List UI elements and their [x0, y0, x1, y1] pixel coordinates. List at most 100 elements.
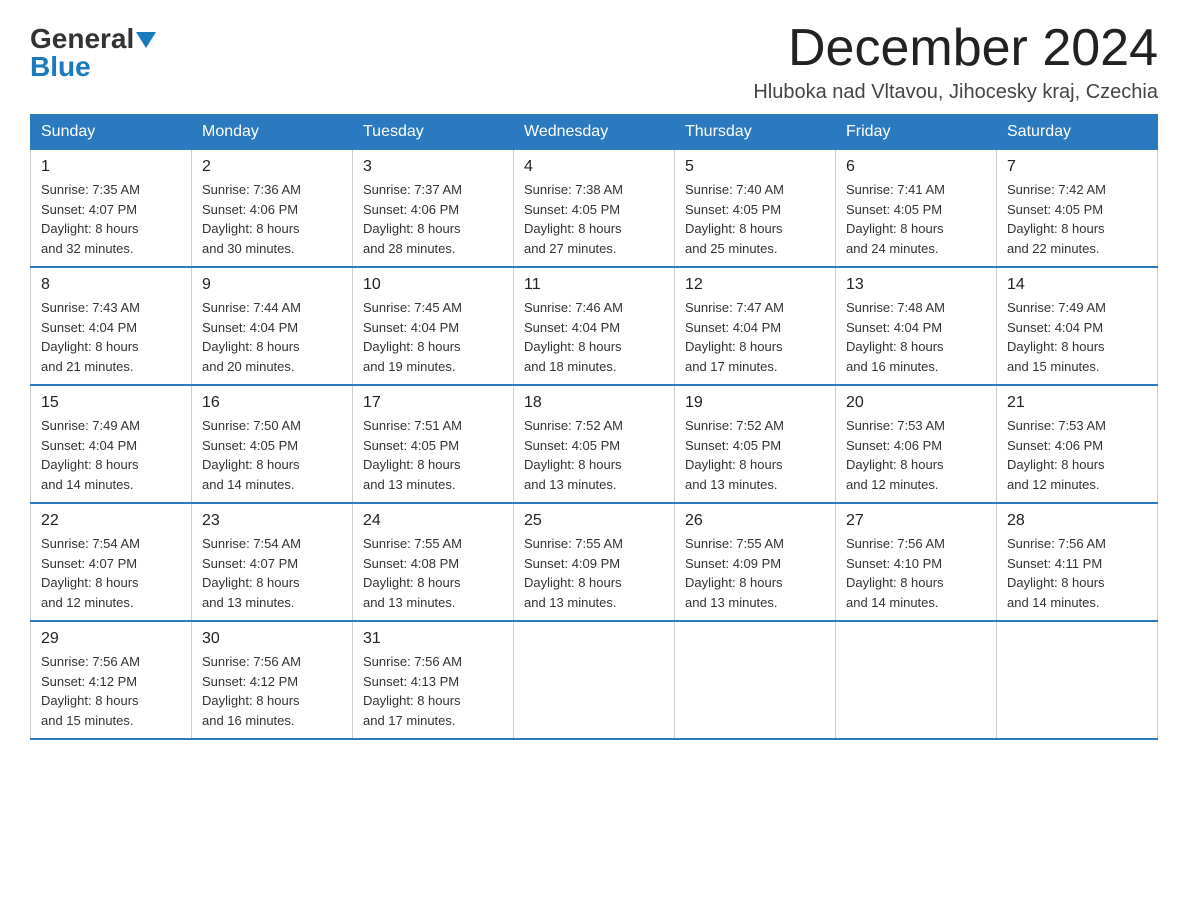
- header-wednesday: Wednesday: [514, 115, 675, 150]
- day-number: 6: [846, 158, 986, 176]
- calendar-cell: 28 Sunrise: 7:56 AMSunset: 4:11 PMDaylig…: [997, 503, 1158, 621]
- day-number: 2: [202, 158, 342, 176]
- calendar-cell: 21 Sunrise: 7:53 AMSunset: 4:06 PMDaylig…: [997, 385, 1158, 503]
- calendar-cell: 10 Sunrise: 7:45 AMSunset: 4:04 PMDaylig…: [353, 267, 514, 385]
- calendar-cell: 2 Sunrise: 7:36 AMSunset: 4:06 PMDayligh…: [192, 150, 353, 268]
- day-number: 11: [524, 276, 664, 294]
- calendar-cell: 1 Sunrise: 7:35 AMSunset: 4:07 PMDayligh…: [31, 150, 192, 268]
- day-number: 21: [1007, 394, 1147, 412]
- day-number: 18: [524, 394, 664, 412]
- title-section: December 2024 Hluboka nad Vltavou, Jihoc…: [753, 20, 1158, 104]
- logo-blue-text: Blue: [30, 51, 91, 82]
- day-info: Sunrise: 7:53 AMSunset: 4:06 PMDaylight:…: [846, 418, 945, 492]
- day-number: 25: [524, 512, 664, 530]
- day-info: Sunrise: 7:45 AMSunset: 4:04 PMDaylight:…: [363, 300, 462, 374]
- day-info: Sunrise: 7:52 AMSunset: 4:05 PMDaylight:…: [524, 418, 623, 492]
- day-info: Sunrise: 7:54 AMSunset: 4:07 PMDaylight:…: [41, 536, 140, 610]
- month-title: December 2024: [753, 20, 1158, 77]
- day-number: 9: [202, 276, 342, 294]
- day-info: Sunrise: 7:55 AMSunset: 4:08 PMDaylight:…: [363, 536, 462, 610]
- calendar-cell: 26 Sunrise: 7:55 AMSunset: 4:09 PMDaylig…: [675, 503, 836, 621]
- day-number: 13: [846, 276, 986, 294]
- day-info: Sunrise: 7:56 AMSunset: 4:12 PMDaylight:…: [202, 654, 301, 728]
- day-info: Sunrise: 7:55 AMSunset: 4:09 PMDaylight:…: [524, 536, 623, 610]
- day-info: Sunrise: 7:54 AMSunset: 4:07 PMDaylight:…: [202, 536, 301, 610]
- calendar-cell: 25 Sunrise: 7:55 AMSunset: 4:09 PMDaylig…: [514, 503, 675, 621]
- calendar-week-4: 22 Sunrise: 7:54 AMSunset: 4:07 PMDaylig…: [31, 503, 1158, 621]
- header-monday: Monday: [192, 115, 353, 150]
- calendar-cell: [514, 621, 675, 739]
- logo-blue-line: Blue: [30, 53, 91, 81]
- calendar-cell: 15 Sunrise: 7:49 AMSunset: 4:04 PMDaylig…: [31, 385, 192, 503]
- day-info: Sunrise: 7:53 AMSunset: 4:06 PMDaylight:…: [1007, 418, 1106, 492]
- day-info: Sunrise: 7:36 AMSunset: 4:06 PMDaylight:…: [202, 182, 301, 256]
- day-info: Sunrise: 7:56 AMSunset: 4:13 PMDaylight:…: [363, 654, 462, 728]
- header-row: Sunday Monday Tuesday Wednesday Thursday…: [31, 115, 1158, 150]
- calendar-cell: 7 Sunrise: 7:42 AMSunset: 4:05 PMDayligh…: [997, 150, 1158, 268]
- day-number: 5: [685, 158, 825, 176]
- day-info: Sunrise: 7:35 AMSunset: 4:07 PMDaylight:…: [41, 182, 140, 256]
- calendar-cell: 4 Sunrise: 7:38 AMSunset: 4:05 PMDayligh…: [514, 150, 675, 268]
- calendar-cell: 14 Sunrise: 7:49 AMSunset: 4:04 PMDaylig…: [997, 267, 1158, 385]
- day-info: Sunrise: 7:52 AMSunset: 4:05 PMDaylight:…: [685, 418, 784, 492]
- day-number: 22: [41, 512, 181, 530]
- day-info: Sunrise: 7:56 AMSunset: 4:12 PMDaylight:…: [41, 654, 140, 728]
- day-info: Sunrise: 7:46 AMSunset: 4:04 PMDaylight:…: [524, 300, 623, 374]
- calendar-week-2: 8 Sunrise: 7:43 AMSunset: 4:04 PMDayligh…: [31, 267, 1158, 385]
- day-info: Sunrise: 7:42 AMSunset: 4:05 PMDaylight:…: [1007, 182, 1106, 256]
- day-info: Sunrise: 7:44 AMSunset: 4:04 PMDaylight:…: [202, 300, 301, 374]
- calendar-cell: 18 Sunrise: 7:52 AMSunset: 4:05 PMDaylig…: [514, 385, 675, 503]
- calendar-cell: 22 Sunrise: 7:54 AMSunset: 4:07 PMDaylig…: [31, 503, 192, 621]
- calendar-cell: 5 Sunrise: 7:40 AMSunset: 4:05 PMDayligh…: [675, 150, 836, 268]
- calendar-cell: 23 Sunrise: 7:54 AMSunset: 4:07 PMDaylig…: [192, 503, 353, 621]
- calendar-table: Sunday Monday Tuesday Wednesday Thursday…: [30, 114, 1158, 740]
- day-number: 4: [524, 158, 664, 176]
- day-number: 30: [202, 630, 342, 648]
- day-info: Sunrise: 7:55 AMSunset: 4:09 PMDaylight:…: [685, 536, 784, 610]
- calendar-header: Sunday Monday Tuesday Wednesday Thursday…: [31, 115, 1158, 150]
- header-thursday: Thursday: [675, 115, 836, 150]
- day-number: 31: [363, 630, 503, 648]
- day-number: 28: [1007, 512, 1147, 530]
- day-info: Sunrise: 7:40 AMSunset: 4:05 PMDaylight:…: [685, 182, 784, 256]
- day-info: Sunrise: 7:41 AMSunset: 4:05 PMDaylight:…: [846, 182, 945, 256]
- day-info: Sunrise: 7:43 AMSunset: 4:04 PMDaylight:…: [41, 300, 140, 374]
- calendar-cell: 20 Sunrise: 7:53 AMSunset: 4:06 PMDaylig…: [836, 385, 997, 503]
- day-number: 3: [363, 158, 503, 176]
- calendar-cell: 27 Sunrise: 7:56 AMSunset: 4:10 PMDaylig…: [836, 503, 997, 621]
- calendar-week-1: 1 Sunrise: 7:35 AMSunset: 4:07 PMDayligh…: [31, 150, 1158, 268]
- day-info: Sunrise: 7:49 AMSunset: 4:04 PMDaylight:…: [1007, 300, 1106, 374]
- day-number: 24: [363, 512, 503, 530]
- day-number: 7: [1007, 158, 1147, 176]
- day-number: 16: [202, 394, 342, 412]
- calendar-cell: 31 Sunrise: 7:56 AMSunset: 4:13 PMDaylig…: [353, 621, 514, 739]
- day-number: 17: [363, 394, 503, 412]
- calendar-cell: 30 Sunrise: 7:56 AMSunset: 4:12 PMDaylig…: [192, 621, 353, 739]
- calendar-cell: 13 Sunrise: 7:48 AMSunset: 4:04 PMDaylig…: [836, 267, 997, 385]
- calendar-cell: 19 Sunrise: 7:52 AMSunset: 4:05 PMDaylig…: [675, 385, 836, 503]
- calendar-cell: 3 Sunrise: 7:37 AMSunset: 4:06 PMDayligh…: [353, 150, 514, 268]
- day-info: Sunrise: 7:56 AMSunset: 4:10 PMDaylight:…: [846, 536, 945, 610]
- day-number: 19: [685, 394, 825, 412]
- day-number: 12: [685, 276, 825, 294]
- calendar-cell: 24 Sunrise: 7:55 AMSunset: 4:08 PMDaylig…: [353, 503, 514, 621]
- calendar-cell: 12 Sunrise: 7:47 AMSunset: 4:04 PMDaylig…: [675, 267, 836, 385]
- calendar-cell: 29 Sunrise: 7:56 AMSunset: 4:12 PMDaylig…: [31, 621, 192, 739]
- day-number: 14: [1007, 276, 1147, 294]
- day-number: 29: [41, 630, 181, 648]
- header-tuesday: Tuesday: [353, 115, 514, 150]
- day-info: Sunrise: 7:50 AMSunset: 4:05 PMDaylight:…: [202, 418, 301, 492]
- day-number: 23: [202, 512, 342, 530]
- day-number: 20: [846, 394, 986, 412]
- calendar-cell: 16 Sunrise: 7:50 AMSunset: 4:05 PMDaylig…: [192, 385, 353, 503]
- calendar-cell: 6 Sunrise: 7:41 AMSunset: 4:05 PMDayligh…: [836, 150, 997, 268]
- day-info: Sunrise: 7:51 AMSunset: 4:05 PMDaylight:…: [363, 418, 462, 492]
- logo-triangle-icon: [136, 32, 156, 48]
- day-info: Sunrise: 7:38 AMSunset: 4:05 PMDaylight:…: [524, 182, 623, 256]
- day-number: 1: [41, 158, 181, 176]
- header-friday: Friday: [836, 115, 997, 150]
- day-info: Sunrise: 7:56 AMSunset: 4:11 PMDaylight:…: [1007, 536, 1106, 610]
- calendar-cell: [675, 621, 836, 739]
- calendar-week-3: 15 Sunrise: 7:49 AMSunset: 4:04 PMDaylig…: [31, 385, 1158, 503]
- day-number: 26: [685, 512, 825, 530]
